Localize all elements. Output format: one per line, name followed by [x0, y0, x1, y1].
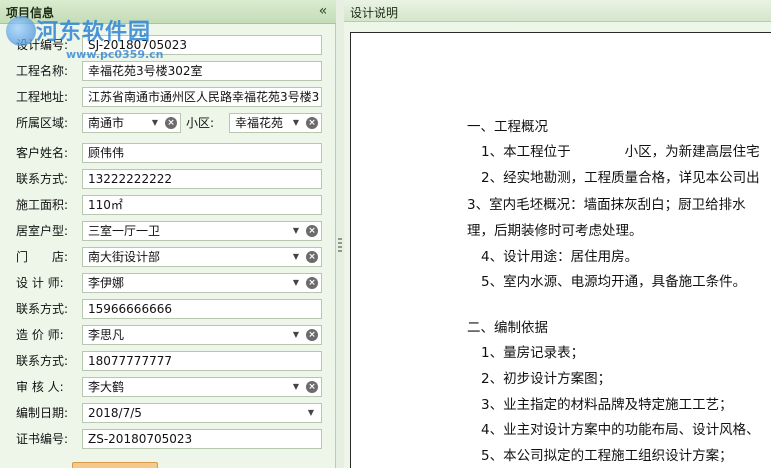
customer-name-input[interactable]: 顾伟伟 [82, 143, 322, 163]
region-label: 所属区域: [16, 116, 69, 130]
area-input[interactable]: 110㎡ [82, 195, 322, 215]
doc-line: 3、业主指定的材料品牌及特定施工工艺； [481, 397, 733, 413]
doc-line: 理，后期装修时可考虑处理。 [467, 223, 643, 239]
clear-x-icon[interactable]: × [306, 277, 318, 289]
region-value: 南通市 [88, 116, 125, 130]
chevron-down-icon[interactable]: ▼ [291, 378, 301, 396]
clear-x-icon[interactable]: × [165, 117, 177, 129]
doc-line: 2、初步设计方案图； [481, 371, 612, 387]
clear-x-icon[interactable]: × [306, 117, 318, 129]
chevron-down-icon[interactable]: ▼ [291, 222, 301, 240]
designer-phone-input[interactable]: 15966666666 [82, 299, 322, 319]
estimator-select[interactable]: 李思凡 ▼ × [82, 325, 322, 345]
estimator-phone-input[interactable]: 18077777777 [82, 351, 322, 371]
date-label: 编制日期: [16, 406, 69, 420]
doc-line: 3、室内毛坯概况：墙面抹灰刮白；厨卫给排水 [467, 197, 746, 213]
region-select[interactable]: 南通市 ▼ × [82, 113, 181, 133]
clear-x-icon[interactable]: × [306, 381, 318, 393]
collapse-left-icon[interactable]: « [316, 2, 330, 20]
panel-splitter[interactable] [336, 0, 344, 468]
chevron-down-icon[interactable]: ▼ [150, 114, 160, 132]
customer-phone-label: 联系方式: [16, 172, 69, 186]
estimator-label: 造 价 师: [16, 328, 64, 342]
panel-title: 设计说明 [350, 6, 399, 20]
certificate-label: 证书编号: [16, 432, 69, 446]
doc-line: 1、本工程位于 小区，为新建高层住宅 [481, 144, 760, 160]
doc-line: 二、编制依据 [467, 320, 548, 336]
chevron-down-icon[interactable]: ▼ [291, 114, 301, 132]
doc-line: 5、本公司拟定的工程施工组织设计方案； [481, 448, 733, 464]
project-name-label: 工程名称: [16, 64, 69, 78]
project-info-panel: 项目信息 « 设计编号: SJ-20180705023 工程名称: 幸福花苑3号… [0, 0, 336, 468]
document-editor[interactable]: 一、工程概况 1、本工程位于 小区，为新建高层住宅 2、经实地勘测，工程质量合格… [350, 32, 771, 468]
subarea-select[interactable]: 幸福花苑 ▼ × [229, 113, 322, 133]
designer-phone-label: 联系方式: [16, 302, 69, 316]
designer-label: 设 计 师: [16, 276, 64, 290]
bottom-action-button[interactable] [72, 462, 158, 468]
date-picker[interactable]: 2018/7/5 ▼ [82, 403, 322, 423]
reviewer-value: 李大鹤 [88, 380, 125, 394]
doc-line: 5、室内水源、电源均开通，具备施工条件。 [481, 274, 747, 290]
doc-line: 2、经实地勘测，工程质量合格，详见本公司出 [481, 170, 760, 186]
certificate-input[interactable]: ZS-20180705023 [82, 429, 322, 449]
designer-select[interactable]: 李伊娜 ▼ × [82, 273, 322, 293]
clear-x-icon[interactable]: × [306, 329, 318, 341]
estimator-value: 李思凡 [88, 328, 125, 342]
watermark-url: www.pc0359.cn [66, 48, 164, 61]
date-value: 2018/7/5 [88, 406, 142, 420]
splitter-grip-icon[interactable] [338, 238, 342, 254]
doc-line: 1、量房记录表； [481, 345, 585, 361]
reviewer-label: 审 核 人: [16, 380, 64, 394]
chevron-down-icon[interactable]: ▼ [291, 274, 301, 292]
doc-line: 一、工程概况 [467, 119, 548, 135]
watermark-text: 河东软件园 [36, 20, 152, 45]
store-select[interactable]: 南大街设计部 ▼ × [82, 247, 322, 267]
chevron-down-icon[interactable]: ▼ [291, 248, 301, 266]
design-description-header: 设计说明 [344, 0, 771, 22]
customer-phone-input[interactable]: 13222222222 [82, 169, 322, 189]
design-description-panel: 设计说明 一、工程概况 1、本工程位于 小区，为新建高层住宅 2、经实地勘测，工… [344, 0, 771, 468]
area-label: 施工面积: [16, 198, 69, 212]
estimator-phone-label: 联系方式: [16, 354, 69, 368]
project-name-input[interactable]: 幸福花苑3号楼302室 [82, 61, 322, 81]
doc-line: 4、设计用途：居住用房。 [481, 249, 639, 265]
project-address-label: 工程地址: [16, 90, 69, 104]
watermark-logo-icon [6, 16, 36, 46]
designer-value: 李伊娜 [88, 276, 125, 290]
store-label: 门 店: [16, 250, 69, 264]
chevron-down-icon[interactable]: ▼ [306, 404, 316, 422]
room-type-select[interactable]: 三室一厅一卫 ▼ × [82, 221, 322, 241]
doc-line: 4、业主对设计方案中的功能布局、设计风格、 [481, 422, 760, 438]
subarea-label: 小区: [186, 116, 215, 130]
project-address-input[interactable]: 江苏省南通市通州区人民路幸福花苑3号楼3 [82, 87, 322, 107]
room-type-value: 三室一厅一卫 [88, 224, 161, 238]
room-type-label: 居室户型: [16, 224, 69, 238]
chevron-down-icon[interactable]: ▼ [291, 326, 301, 344]
reviewer-select[interactable]: 李大鹤 ▼ × [82, 377, 322, 397]
customer-name-label: 客户姓名: [16, 146, 69, 160]
clear-x-icon[interactable]: × [306, 251, 318, 263]
store-value: 南大街设计部 [88, 250, 161, 264]
clear-x-icon[interactable]: × [306, 225, 318, 237]
subarea-value: 幸福花苑 [235, 116, 284, 130]
